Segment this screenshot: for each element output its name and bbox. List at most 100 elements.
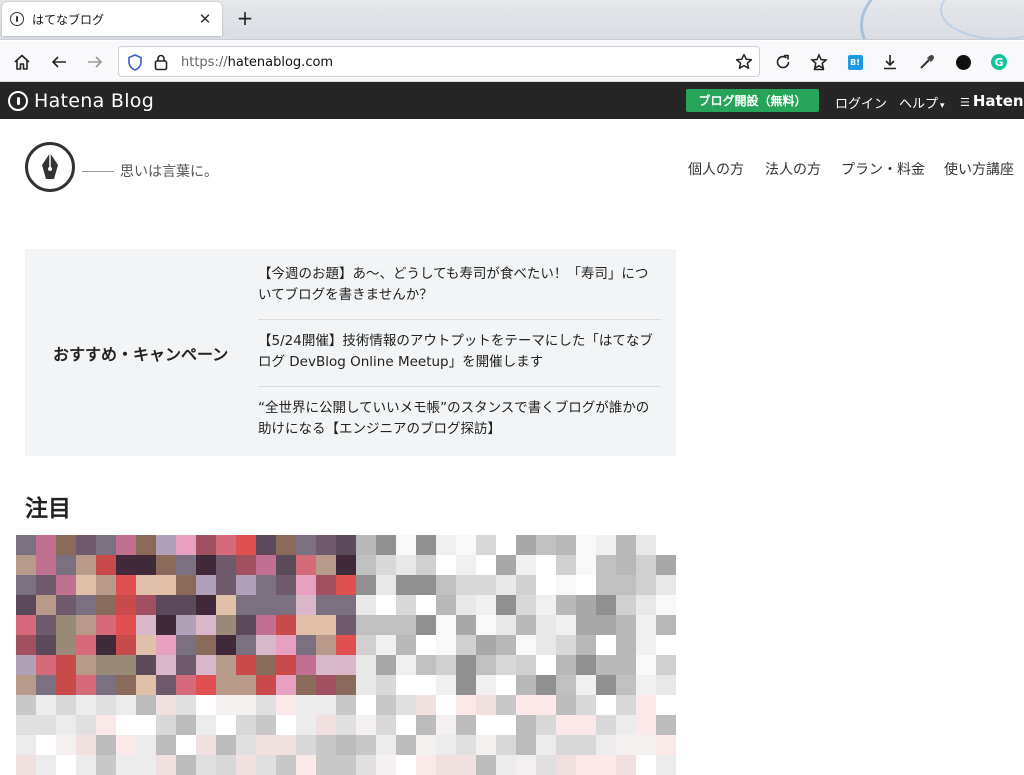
image-pixel (196, 715, 216, 735)
image-pixel (656, 735, 676, 755)
dark-reader-icon[interactable] (950, 49, 976, 75)
extension-bi-icon[interactable]: B! (842, 49, 868, 75)
download-icon[interactable] (877, 49, 903, 75)
back-arrow-icon[interactable] (46, 49, 72, 75)
image-pixel (216, 655, 236, 675)
url-text[interactable]: https://hatenablog.com (181, 55, 333, 70)
image-pixel (256, 595, 276, 615)
image-pixel (116, 615, 136, 635)
image-pixel (176, 635, 196, 655)
image-pixel (576, 555, 596, 575)
image-pixel (216, 715, 236, 735)
image-pixel (436, 635, 456, 655)
campaign-link-blog-visit[interactable]: “全世界に公開していいメモ帳”のスタンスで書くブログが誰かの助けになる【エンジニ… (258, 398, 658, 440)
image-pixel (616, 555, 636, 575)
image-pixel (576, 535, 596, 555)
nav-tutorial[interactable]: 使い方講座 (944, 159, 1014, 179)
image-pixel (656, 635, 676, 655)
image-pixel (616, 635, 636, 655)
image-pixel (616, 695, 636, 715)
reload-icon[interactable] (770, 49, 796, 75)
image-pixel (36, 555, 56, 575)
hatena-blog-logo[interactable]: Hatena Blog (8, 90, 154, 112)
image-pixel (136, 635, 156, 655)
image-pixel (656, 575, 676, 595)
image-pixel (496, 595, 516, 615)
featured-article-image[interactable] (356, 535, 676, 695)
browser-tab[interactable]: はてなブログ ✕ (2, 2, 222, 36)
campaign-link-devblog-meetup[interactable]: 【5/24開催】技術情報のアウトプットをテーマにした「はてなブログ DevBlo… (258, 331, 658, 373)
grammarly-icon[interactable]: G (986, 49, 1012, 75)
featured-article-image[interactable] (16, 535, 356, 695)
bookmark-star-icon[interactable] (735, 53, 753, 75)
url-protocol: https:// (181, 55, 228, 70)
image-pixel (556, 655, 576, 675)
forward-arrow-icon[interactable] (82, 49, 108, 75)
address-bar[interactable]: https://hatenablog.com (118, 46, 760, 77)
image-pixel (376, 635, 396, 655)
image-pixel (496, 555, 516, 575)
image-pixel (516, 575, 536, 595)
image-pixel (116, 555, 136, 575)
image-pixel (496, 535, 516, 555)
campaign-heading: おすすめ・キャンペーン (53, 345, 229, 364)
image-pixel (516, 655, 536, 675)
image-pixel (516, 595, 536, 615)
image-pixel (456, 755, 476, 775)
campaign-link-sushi[interactable]: 【今週のお題】あ〜、どうしても寿司が食べたい！「寿司」についてブログを書きません… (258, 264, 658, 306)
color-picker-icon[interactable] (914, 49, 940, 75)
image-pixel (236, 575, 256, 595)
image-pixel (316, 555, 336, 575)
image-pixel (416, 615, 436, 635)
image-pixel (356, 695, 376, 715)
image-pixel (316, 535, 336, 555)
image-pixel (536, 735, 556, 755)
hatena-services-menu[interactable]: ☰Hatena (960, 92, 1024, 110)
nav-corporate[interactable]: 法人の方 (765, 159, 821, 179)
new-tab-button[interactable]: + (233, 6, 257, 30)
image-pixel (96, 615, 116, 635)
image-pixel (656, 755, 676, 775)
image-pixel (396, 555, 416, 575)
image-pixel (576, 695, 596, 715)
image-pixel (96, 555, 116, 575)
image-pixel (36, 675, 56, 695)
lock-icon[interactable] (153, 53, 169, 75)
image-pixel (356, 575, 376, 595)
help-menu[interactable]: ヘルプ (899, 93, 945, 112)
image-pixel (356, 615, 376, 635)
image-pixel (436, 755, 456, 775)
image-pixel (576, 615, 596, 635)
open-blog-button[interactable]: ブログ開設（無料） (686, 89, 819, 112)
collections-icon[interactable] (806, 49, 832, 75)
image-pixel (276, 655, 296, 675)
image-pixel (156, 535, 176, 555)
image-pixel (576, 715, 596, 735)
hatena-pen-logo-icon[interactable] (25, 142, 75, 192)
nav-plans-pricing[interactable]: プラン・料金 (841, 159, 925, 179)
featured-article-image[interactable] (16, 695, 676, 775)
image-pixel (156, 735, 176, 755)
image-pixel (396, 715, 416, 735)
image-pixel (576, 635, 596, 655)
image-pixel (136, 575, 156, 595)
image-pixel (296, 635, 316, 655)
image-pixel (516, 675, 536, 695)
image-pixel (16, 735, 36, 755)
image-pixel (636, 635, 656, 655)
image-pixel (416, 755, 436, 775)
image-pixel (456, 535, 476, 555)
pen-nib-icon (8, 91, 28, 111)
nav-individual[interactable]: 個人の方 (688, 159, 744, 179)
image-pixel (476, 675, 496, 695)
image-pixel (316, 635, 336, 655)
image-pixel (496, 755, 516, 775)
image-pixel (76, 715, 96, 735)
tracking-shield-icon[interactable] (127, 54, 143, 75)
login-link[interactable]: ログイン (835, 93, 887, 112)
home-icon[interactable] (9, 49, 35, 75)
image-pixel (76, 675, 96, 695)
image-pixel (656, 535, 676, 555)
image-pixel (636, 535, 656, 555)
close-tab-icon[interactable]: ✕ (196, 10, 214, 28)
